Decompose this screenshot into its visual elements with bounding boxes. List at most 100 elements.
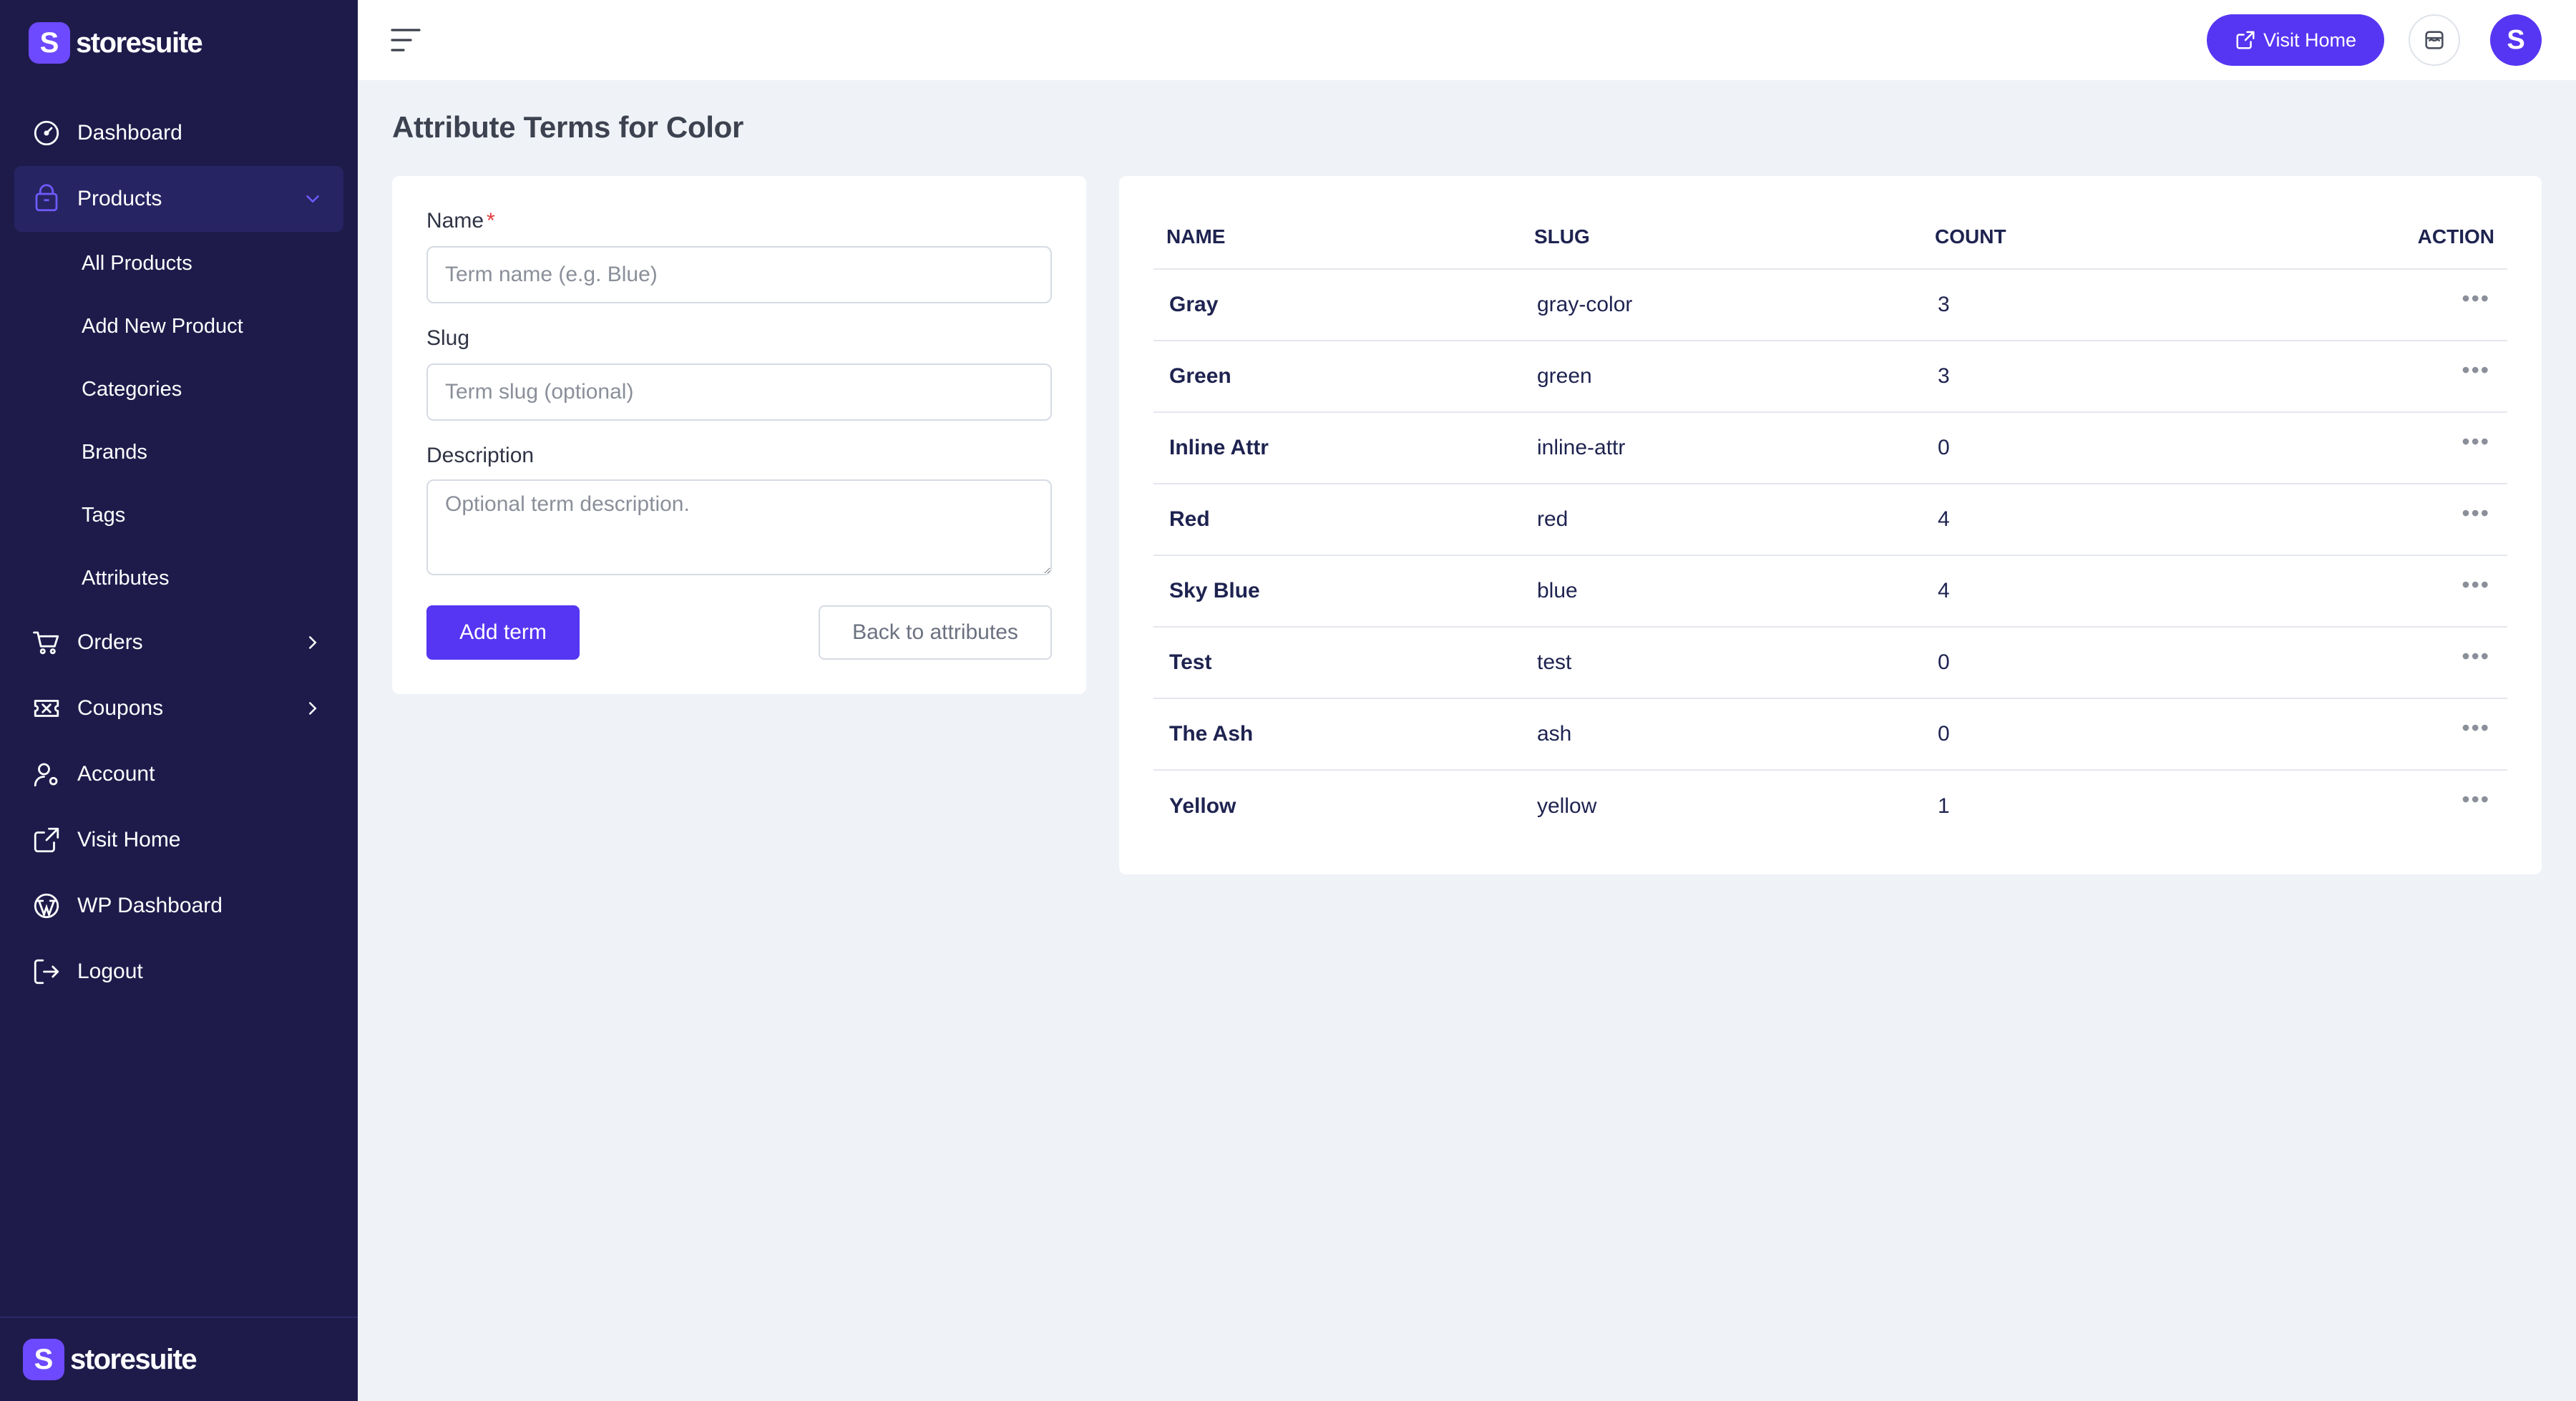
term-count-cell: 1 <box>1938 794 1950 818</box>
dashboard-gauge-icon <box>31 118 62 148</box>
sidebar-subitem-all-products[interactable]: All Products <box>14 232 343 295</box>
term-name-cell: Green <box>1153 341 1521 413</box>
sidebar-item-label: Orders <box>77 630 143 654</box>
sidebar-item-account[interactable]: Account <box>14 741 343 807</box>
sidebar-subitem-brands[interactable]: Brands <box>14 421 343 484</box>
sidebar: S storesuite Dashboard Products All Prod… <box>0 0 358 1401</box>
brand-name: storesuite <box>76 26 203 59</box>
chevron-right-icon <box>302 698 323 719</box>
term-name-cell: Inline Attr <box>1153 412 1521 484</box>
sidebar-item-label: Account <box>77 762 155 786</box>
products-submenu: All Products Add New Product Categories … <box>14 232 343 610</box>
sidebar-subitem-tags[interactable]: Tags <box>14 484 343 547</box>
wordpress-icon <box>31 891 62 921</box>
column-header-count[interactable]: COUNT <box>1922 205 2294 270</box>
more-actions-icon[interactable]: ••• <box>2462 430 2490 453</box>
menu-toggle-icon[interactable] <box>389 26 422 54</box>
user-gear-icon <box>31 759 62 789</box>
more-actions-icon[interactable]: ••• <box>2462 358 2490 381</box>
more-actions-icon[interactable]: ••• <box>2462 287 2490 310</box>
table-header-row: NAME SLUG COUNT ACTION <box>1153 205 2507 270</box>
chevron-right-icon <box>302 632 323 653</box>
more-actions-icon[interactable]: ••• <box>2462 716 2490 739</box>
term-count-cell: 3 <box>1922 341 2294 413</box>
more-actions-icon[interactable]: ••• <box>2462 573 2490 596</box>
table-row: Green green 3 ••• <box>1153 341 2507 413</box>
table-row: Gray gray-color 3 ••• <box>1153 269 2507 341</box>
slug-label: Slug <box>426 326 470 350</box>
terms-table: NAME SLUG COUNT ACTION Gray gray-color 3… <box>1153 205 2507 841</box>
table-row: Test test 0 ••• <box>1153 627 2507 699</box>
more-actions-icon[interactable]: ••• <box>2462 788 2490 811</box>
add-term-form: Name* Slug Description Add term Back to … <box>392 176 1086 694</box>
sidebar-item-label: Dashboard <box>77 121 182 145</box>
term-name-cell: Gray <box>1153 269 1521 341</box>
brand-mark-icon: S <box>23 1339 64 1380</box>
sidebar-item-orders[interactable]: Orders <box>14 610 343 675</box>
table-row: The Ash ash 0 ••• <box>1153 698 2507 771</box>
store-button[interactable] <box>2409 14 2460 66</box>
sidebar-item-products[interactable]: Products <box>14 166 343 232</box>
sidebar-subitem-add-new-product[interactable]: Add New Product <box>14 295 343 358</box>
sidebar-item-dashboard[interactable]: Dashboard <box>14 100 343 166</box>
page-title: Attribute Terms for Color <box>392 110 744 144</box>
name-label: Name * <box>426 209 495 233</box>
sidebar-item-wp-dashboard[interactable]: WP Dashboard <box>14 873 343 939</box>
term-name-cell: Red <box>1153 484 1521 556</box>
sidebar-item-logout[interactable]: Logout <box>14 939 343 1005</box>
back-to-attributes-button[interactable]: Back to attributes <box>819 605 1052 660</box>
term-slug-cell: ash <box>1521 698 1922 771</box>
footer-brand-logo[interactable]: S storesuite <box>23 1338 197 1381</box>
cart-icon <box>31 628 62 658</box>
term-name-input[interactable] <box>426 246 1052 303</box>
term-slug-cell: gray-color <box>1521 269 1922 341</box>
column-header-slug[interactable]: SLUG <box>1521 205 1922 270</box>
term-slug-cell: test <box>1521 627 1922 699</box>
user-avatar[interactable]: S <box>2490 14 2542 66</box>
sidebar-item-label: Products <box>77 187 162 210</box>
coupon-icon <box>31 693 62 723</box>
column-header-name[interactable]: NAME <box>1153 205 1521 270</box>
column-header-action: ACTION <box>2294 205 2507 270</box>
sidebar-item-label: Coupons <box>77 696 164 720</box>
brand-name: storesuite <box>70 1343 197 1375</box>
external-link-icon <box>2236 31 2255 49</box>
terms-table-card: NAME SLUG COUNT ACTION Gray gray-color 3… <box>1119 176 2542 874</box>
visit-home-button[interactable]: Visit Home <box>2207 14 2384 66</box>
box-icon <box>31 184 62 214</box>
sidebar-subitem-categories[interactable]: Categories <box>14 358 343 421</box>
add-term-button[interactable]: Add term <box>426 605 580 660</box>
table-row: Red red 4 ••• <box>1153 484 2507 556</box>
table-row: Sky Blue blue 4 ••• <box>1153 555 2507 628</box>
term-slug-cell: blue <box>1521 555 1922 628</box>
sidebar-item-coupons[interactable]: Coupons <box>14 675 343 741</box>
sidebar-nav: Dashboard Products All Products Add New … <box>14 100 343 1005</box>
top-bar: Visit Home S <box>358 0 2576 80</box>
term-slug-cell: inline-attr <box>1521 412 1922 484</box>
sidebar-item-label: Visit Home <box>77 828 181 851</box>
brand-logo[interactable]: S storesuite <box>29 21 203 64</box>
term-slug-cell: red <box>1521 484 1922 556</box>
term-count-cell: 0 <box>1922 698 2294 771</box>
logout-icon <box>31 957 62 987</box>
more-actions-icon[interactable]: ••• <box>2462 502 2490 524</box>
table-row: Yellow yellow 1 ••• <box>1153 770 2507 841</box>
term-description-textarea[interactable] <box>426 479 1052 575</box>
sidebar-subitem-attributes[interactable]: Attributes <box>14 547 343 610</box>
term-slug-input[interactable] <box>426 363 1052 421</box>
visit-home-label: Visit Home <box>2263 29 2357 51</box>
term-count-cell: 3 <box>1922 269 2294 341</box>
term-name-cell: The Ash <box>1153 698 1521 771</box>
sidebar-item-label: WP Dashboard <box>77 894 223 917</box>
store-icon <box>2425 31 2444 49</box>
term-slug-cell: yellow <box>1537 794 1597 818</box>
external-link-icon <box>31 825 62 855</box>
sidebar-item-label: Logout <box>77 960 143 983</box>
term-count-cell: 4 <box>1922 484 2294 556</box>
term-count-cell: 0 <box>1922 412 2294 484</box>
more-actions-icon[interactable]: ••• <box>2462 645 2490 668</box>
term-count-cell: 0 <box>1922 627 2294 699</box>
sidebar-footer: S storesuite <box>0 1317 358 1401</box>
sidebar-item-visit-home[interactable]: Visit Home <box>14 807 343 873</box>
term-name-cell: Yellow <box>1169 794 1236 818</box>
